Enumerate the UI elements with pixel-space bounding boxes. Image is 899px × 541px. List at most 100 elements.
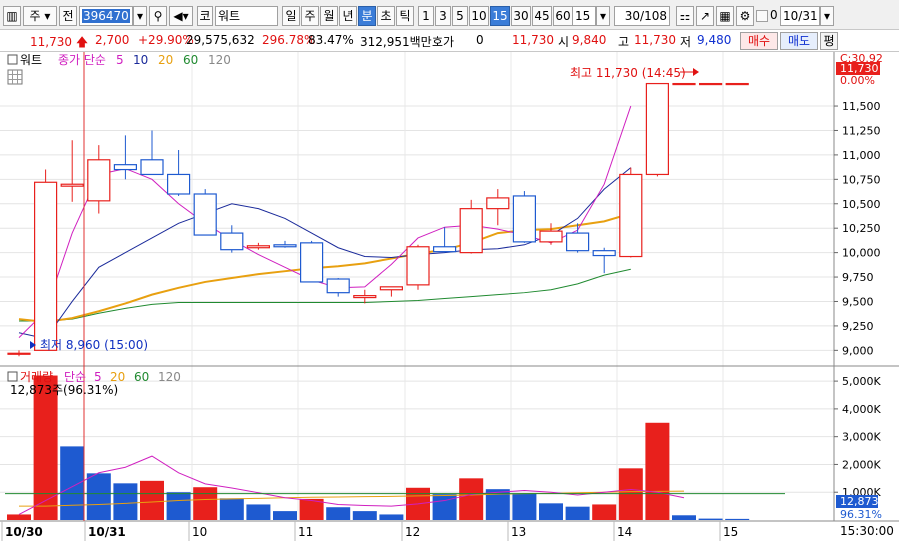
grid-icon[interactable]: ⚏ [676, 6, 694, 26]
open-price: 9,840 [572, 33, 607, 47]
volume-bar [512, 493, 537, 520]
hoga-value: 0 [476, 33, 484, 47]
volume-legend-indicator: 단순 [64, 370, 86, 384]
interval-button[interactable]: 3 [435, 6, 451, 26]
stock-chart[interactable]: 워트 종가 단순 5 10 20 60 120 최고 11,730 (14:45) 최저… [0, 52, 899, 541]
buy-button[interactable]: 매수 [740, 32, 778, 50]
option-checkbox[interactable] [756, 10, 768, 22]
volume-bar [432, 494, 457, 520]
time-axis-clock: 15:30:00 [840, 524, 894, 538]
candle-body [273, 244, 297, 248]
search-icon[interactable]: ⚲ [149, 6, 167, 26]
overlay-icon[interactable]: ▦ [716, 6, 734, 26]
sell-button[interactable]: 매도 [780, 32, 818, 50]
draw-tool-icon[interactable]: ↗ [696, 6, 714, 26]
eval-button[interactable]: 평 [820, 32, 838, 50]
candle-body [486, 197, 510, 210]
price-tick-label: 10,000 [842, 247, 881, 260]
page-info: 30/108 [614, 6, 670, 26]
scope-button[interactable]: 전 [59, 6, 77, 26]
candle-body [725, 82, 749, 86]
type-select[interactable]: 주 ▾ [23, 6, 57, 26]
code-dropdown-icon[interactable]: ▾ [133, 6, 147, 26]
period-button[interactable]: 틱 [396, 6, 414, 26]
candle-body [300, 242, 324, 283]
time-axis-label: 13 [511, 525, 526, 539]
candle-body [698, 82, 723, 86]
candle-body [406, 246, 430, 286]
volume-bar [672, 515, 696, 520]
volume-bar [352, 511, 377, 520]
interval-button[interactable]: 30 [511, 6, 531, 26]
volume-pct-label: 96.31% [840, 508, 882, 521]
legend-ma-period: 5 [116, 53, 124, 67]
period-button[interactable]: 일 [282, 6, 300, 26]
speaker-icon[interactable]: ◀▾ [169, 6, 193, 26]
volume-tick-label: 2,000K [842, 458, 881, 471]
period-button[interactable]: 월 [320, 6, 338, 26]
price-tick-label: 10,750 [842, 173, 881, 186]
volume-bar [86, 473, 111, 520]
candle-body [379, 286, 403, 291]
candle-body [33, 181, 58, 351]
volume-bar [60, 446, 85, 520]
volume-bar [379, 514, 404, 520]
price-tick-label: 11,000 [842, 149, 881, 162]
turnover-ratio: 83.47% [308, 33, 354, 47]
candle-body [672, 82, 696, 86]
interval-button[interactable]: 45 [532, 6, 552, 26]
interval-button[interactable]: 10 [469, 6, 489, 26]
interval-button[interactable]: 1 [418, 6, 434, 26]
interval-input[interactable]: 15 [572, 6, 596, 26]
volume-bar [246, 504, 271, 520]
date-input[interactable]: 10/31 [780, 6, 820, 26]
open-label: 시 [558, 35, 570, 49]
settings-icon[interactable]: ⚙ [736, 6, 754, 26]
candle-body [7, 352, 31, 355]
period-button[interactable]: 분 [358, 6, 376, 26]
chart-background [0, 52, 899, 541]
price-axis-pct-label: 0.00% [840, 74, 875, 87]
candle-body [619, 173, 643, 258]
low-price: 9,480 [697, 33, 732, 47]
volume-bar [725, 518, 750, 520]
volume-bar [33, 375, 58, 520]
interval-dropdown-icon[interactable]: ▾ [596, 6, 610, 26]
time-axis-label: 14 [617, 525, 632, 539]
interval-button[interactable]: 15 [490, 6, 510, 26]
volume-bar [166, 492, 191, 520]
price-tick-label: 9,750 [842, 271, 874, 284]
volume-bar [645, 422, 670, 520]
low-label: 저 [680, 35, 692, 49]
legend-indicator: 종가 단순 [58, 53, 106, 67]
candle-body [246, 245, 270, 249]
period-button[interactable]: 년 [339, 6, 357, 26]
period-button[interactable]: 주 [301, 6, 319, 26]
candle-body [140, 159, 164, 176]
volume-legend-ma-period: 5 [94, 370, 102, 384]
stock-code-input[interactable]: 396470 [79, 6, 133, 26]
volume-bar [539, 503, 563, 520]
volume-bar [113, 483, 138, 520]
interval-button[interactable]: 5 [452, 6, 468, 26]
stock-name-field[interactable]: 워트 [215, 6, 278, 26]
candle-body [326, 278, 350, 294]
calendar-icon[interactable]: ▾ [820, 6, 834, 26]
volume-bar [140, 480, 164, 520]
legend-stock-name: 워트 [20, 53, 42, 67]
candle-body [459, 208, 483, 254]
price-tick-label: 10,250 [842, 222, 881, 235]
interval-button[interactable]: 60 [553, 6, 573, 26]
time-axis-label: 10 [192, 525, 207, 539]
price-change: 2,700 [95, 33, 130, 47]
volume-bar [193, 487, 218, 520]
volume-bar [618, 468, 643, 520]
volume-bar [219, 498, 244, 520]
low-annotation: 최저 8,960 (15:00) [40, 338, 148, 352]
ask-price: 11,730 [512, 33, 554, 47]
price-tick-label: 9,000 [842, 344, 874, 357]
chart-layout-icon[interactable]: ▥ [3, 6, 21, 26]
current-price: 11,730 🡅 [30, 35, 89, 49]
period-button[interactable]: 초 [377, 6, 395, 26]
price-tick-label: 10,500 [842, 198, 881, 211]
